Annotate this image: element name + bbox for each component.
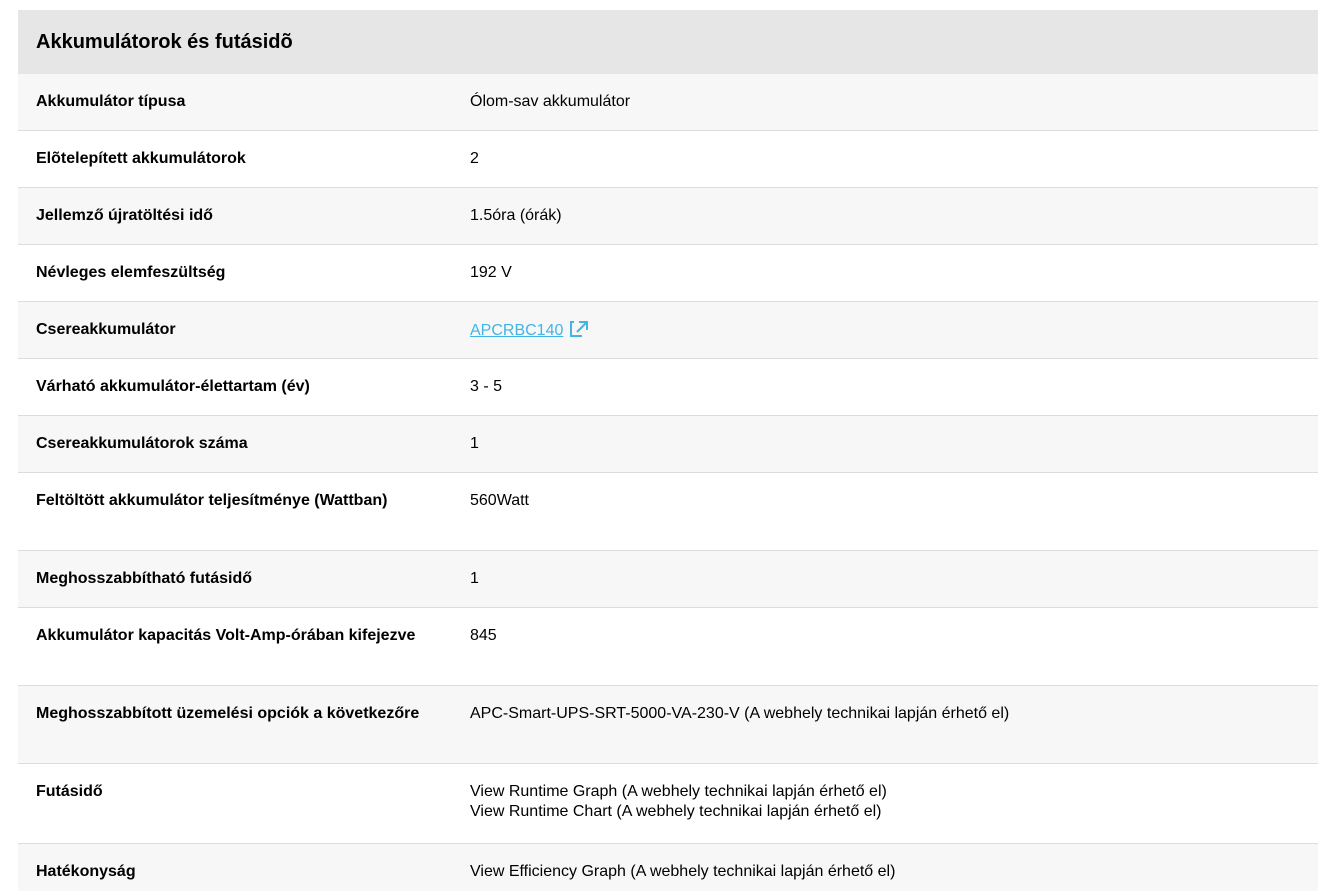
spec-value: 2 — [470, 149, 1318, 187]
spec-value: 1 — [470, 569, 1318, 607]
spec-value-line: APC-Smart-UPS-SRT-5000-VA-230-V (A webhe… — [470, 705, 1010, 722]
spec-label: Hatékonyság — [36, 863, 136, 880]
spec-value-line: 2 — [470, 150, 479, 167]
spec-value-line: View Runtime Graph (A webhely technikai … — [470, 783, 887, 800]
spec-label: Meghosszabbított üzemelési opciók a köve… — [36, 705, 420, 722]
spec-label: Csereakkumulátorok száma — [36, 435, 248, 452]
spec-value-line: Ólom-sav akkumulátor — [470, 93, 631, 110]
batteries-runtime-section: Akkumulátorok és futásidõ Akkumulátor tí… — [18, 10, 1318, 891]
spec-value: Ólom-sav akkumulátor — [470, 92, 1318, 130]
spec-row-battery-power: Feltöltött akkumulátor teljesítménye (Wa… — [18, 473, 1318, 551]
spec-value: 1.5óra (órák) — [470, 206, 1318, 244]
spec-value-line: 1.5óra (órák) — [470, 207, 562, 224]
section-title: Akkumulátorok és futásidõ — [18, 10, 1318, 74]
spec-value: 192 V — [470, 263, 1318, 301]
spec-value-line: 845 — [470, 627, 497, 644]
spec-label: Elõtelepített akkumulátorok — [36, 150, 246, 167]
spec-row-nominal-voltage: Névleges elemfeszültség 192 V — [18, 245, 1318, 302]
spec-row-recharge-time: Jellemző újratöltési idő 1.5óra (órák) — [18, 188, 1318, 245]
spec-value: View Runtime Graph (A webhely technikai … — [470, 782, 1318, 843]
spec-value: APCRBC140 — [470, 320, 1318, 358]
spec-value-line: 1 — [470, 435, 479, 452]
spec-value: 3 - 5 — [470, 377, 1318, 415]
spec-row-replacement-battery: Csereakkumulátor APCRBC140 — [18, 302, 1318, 359]
spec-row-replacement-count: Csereakkumulátorok száma 1 — [18, 416, 1318, 473]
spec-value: 1 — [470, 434, 1318, 472]
spec-row-va-capacity: Akkumulátor kapacitás Volt-Amp-órában ki… — [18, 608, 1318, 686]
spec-label: Meghosszabbítható futásidő — [36, 570, 252, 587]
spec-row-extended-runtime-options: Meghosszabbított üzemelési opciók a köve… — [18, 686, 1318, 764]
spec-value-line: 192 V — [470, 264, 512, 281]
spec-row-runtime: Futásidő View Runtime Graph (A webhely t… — [18, 764, 1318, 844]
spec-label: Várható akkumulátor-élettartam (év) — [36, 378, 310, 395]
spec-value-line: 1 — [470, 570, 479, 587]
spec-value: 845 — [470, 626, 1318, 685]
spec-label: Feltöltött akkumulátor teljesítménye (Wa… — [36, 492, 388, 509]
spec-row-battery-type: Akkumulátor típusa Ólom-sav akkumulátor — [18, 74, 1318, 131]
spec-value-line: 560Watt — [470, 492, 529, 509]
spec-value: APC-Smart-UPS-SRT-5000-VA-230-V (A webhe… — [470, 704, 1318, 763]
spec-label: Jellemző újratöltési idő — [36, 207, 213, 224]
spec-row-preinstalled-batteries: Elõtelepített akkumulátorok 2 — [18, 131, 1318, 188]
spec-row-efficiency: Hatékonyság View Efficiency Graph (A web… — [18, 844, 1318, 891]
spec-label: Akkumulátor kapacitás Volt-Amp-órában ki… — [36, 627, 416, 644]
external-link-icon[interactable] — [569, 320, 589, 344]
spec-label: Névleges elemfeszültség — [36, 264, 226, 281]
spec-value-line: View Efficiency Graph (A webhely technik… — [470, 863, 896, 880]
spec-value: 560Watt — [470, 491, 1318, 550]
spec-label: Futásidő — [36, 783, 103, 800]
spec-row-battery-life: Várható akkumulátor-élettartam (év) 3 - … — [18, 359, 1318, 416]
spec-value: View Efficiency Graph (A webhely technik… — [470, 862, 1318, 891]
replacement-battery-link[interactable]: APCRBC140 — [470, 322, 563, 339]
spec-value-line: View Runtime Chart (A webhely technikai … — [470, 803, 882, 820]
spec-label: Csereakkumulátor — [36, 321, 176, 338]
spec-label: Akkumulátor típusa — [36, 93, 186, 110]
top-spacer — [0, 0, 1318, 10]
spec-value-line: 3 - 5 — [470, 378, 503, 395]
spec-row-extendable-runtime: Meghosszabbítható futásidő 1 — [18, 551, 1318, 608]
